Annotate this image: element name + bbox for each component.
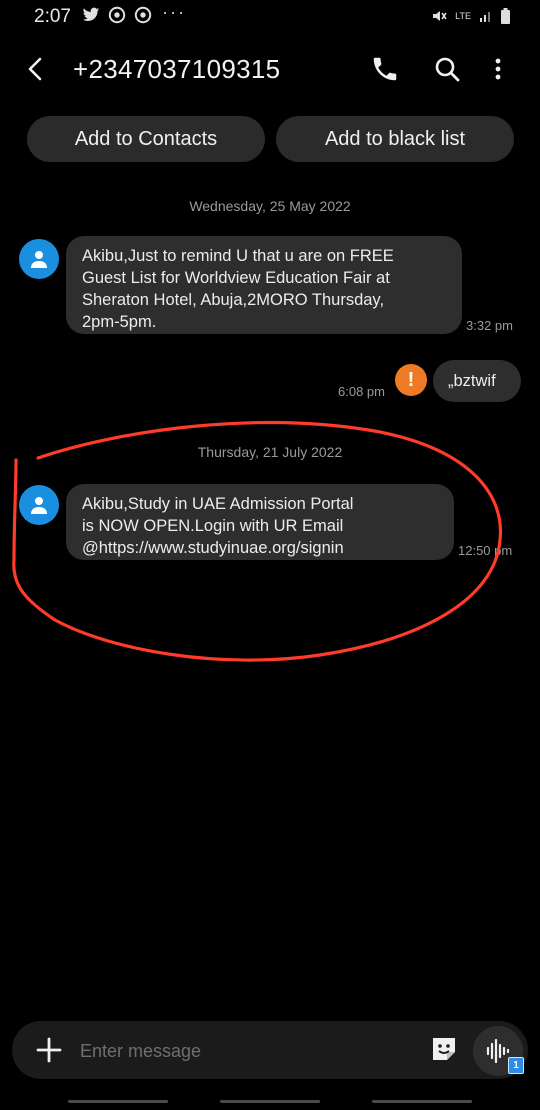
battery-icon bbox=[501, 8, 510, 24]
back-arrow-icon[interactable] bbox=[22, 54, 50, 84]
search-icon[interactable] bbox=[432, 54, 462, 84]
lte-indicator: LTE bbox=[455, 10, 471, 21]
status-bar: 2:07 ··· LTE bbox=[0, 0, 540, 34]
message-bubble-outgoing[interactable]: „bztwif bbox=[433, 360, 521, 402]
nav-back-button[interactable] bbox=[372, 1100, 472, 1103]
sender-avatar[interactable] bbox=[19, 485, 59, 525]
notification-icons bbox=[82, 6, 152, 24]
mute-icon bbox=[433, 11, 447, 21]
send-failed-icon[interactable]: ! bbox=[395, 364, 427, 396]
app-bar: +2347037109315 bbox=[0, 40, 540, 100]
message-time: 3:32 pm bbox=[466, 318, 513, 333]
navigation-bar bbox=[0, 1094, 540, 1110]
sticker-icon[interactable] bbox=[430, 1035, 458, 1063]
nav-home-button[interactable] bbox=[220, 1100, 320, 1103]
person-icon bbox=[31, 497, 47, 514]
message-time: 12:50 pm bbox=[458, 543, 513, 558]
message-composer bbox=[12, 1021, 528, 1079]
add-to-blacklist-button[interactable]: Add to black list bbox=[276, 116, 514, 162]
nav-recent-button[interactable] bbox=[68, 1100, 168, 1103]
add-to-contacts-button[interactable]: Add to Contacts bbox=[27, 116, 265, 162]
signal-icon bbox=[480, 12, 490, 22]
phone-icon[interactable] bbox=[370, 54, 400, 84]
contact-number-title: +2347037109315 bbox=[73, 54, 281, 84]
twitter-icon bbox=[82, 7, 100, 22]
message-bubble-incoming[interactable]: Akibu,Just to remind U that u are on FRE… bbox=[66, 236, 462, 334]
message-time: 6:08 pm bbox=[338, 384, 385, 399]
sim-badge: 1 bbox=[508, 1057, 524, 1074]
message-bubble-incoming[interactable]: Akibu,Study in UAE Admission Portal is N… bbox=[66, 484, 454, 560]
add-attachment-icon[interactable] bbox=[34, 1035, 64, 1065]
status-time: 2:07 bbox=[34, 6, 71, 27]
app-icon bbox=[108, 6, 126, 24]
date-separator: Wednesday, 25 May 2022 bbox=[189, 198, 351, 214]
message-input[interactable] bbox=[78, 1031, 412, 1071]
app-icon-2 bbox=[134, 6, 152, 24]
date-separator: Thursday, 21 July 2022 bbox=[197, 444, 343, 460]
system-icons: LTE bbox=[431, 8, 510, 24]
more-options-icon[interactable] bbox=[486, 54, 510, 84]
sender-avatar[interactable] bbox=[19, 239, 59, 279]
person-icon bbox=[31, 251, 47, 268]
more-notifications-icon: ··· bbox=[162, 2, 186, 22]
